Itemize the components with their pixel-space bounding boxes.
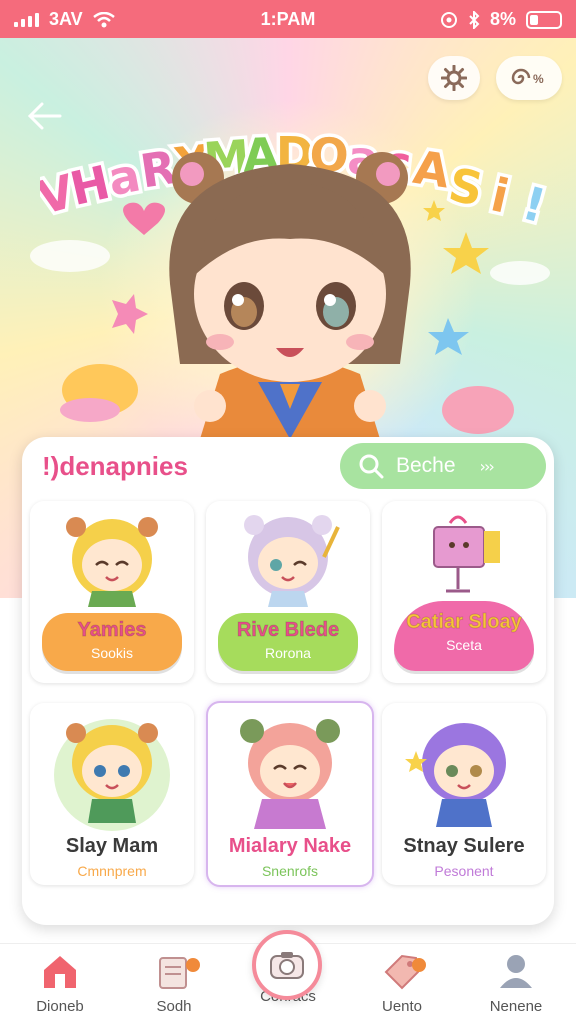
character-subtitle: Snenrofs <box>261 863 319 879</box>
nav-item-profile[interactable]: Nenene <box>466 952 566 1015</box>
location-icon <box>440 11 457 28</box>
nav-label: Dioneb <box>36 998 84 1015</box>
character-card-label: Rive Blede Rorona <box>218 613 358 671</box>
nav-label: Sodh <box>156 998 192 1015</box>
home-icon <box>44 956 76 988</box>
character-card-label: Yamies Sookis <box>42 613 182 671</box>
battery-icon <box>526 10 562 29</box>
character-name: Slay Mam <box>65 835 159 857</box>
character-avatar-image <box>54 719 170 831</box>
battery-percent: 8% <box>489 9 516 29</box>
character-subtitle: Cmnnprem <box>77 863 147 879</box>
character-subtitle: Rorona <box>265 645 311 661</box>
status-bar: 3AV 1:PAM 8% <box>0 0 576 38</box>
panel-title: !)denapnies <box>42 451 188 481</box>
character-card-stnay-sulere[interactable]: Stnay Sulere Pesonent <box>382 703 546 885</box>
character-avatar-image <box>244 515 340 607</box>
nav-label: Uento <box>381 998 423 1015</box>
character-avatar-image <box>240 719 340 829</box>
character-name: Yamies <box>77 619 147 642</box>
star-icon <box>443 232 489 274</box>
camera-icon <box>270 952 304 979</box>
document-icon <box>159 957 187 989</box>
nav-item-home[interactable]: Dioneb <box>10 952 110 1015</box>
camera-button[interactable] <box>252 930 322 1000</box>
character-subtitle: Pesonent <box>434 863 494 879</box>
notification-badge <box>186 958 200 972</box>
forward-arrows-icon: ››› <box>479 456 495 476</box>
user-icon <box>500 955 532 988</box>
character-card-yamies[interactable]: Yamies Sookis <box>30 501 194 683</box>
character-name: Catiar Sloay <box>406 611 523 634</box>
character-card-rive-blede[interactable]: Rive Blede Rorona <box>206 501 370 683</box>
content-panel: !)denapnies Beche ››› Yamies Sookis Rive… <box>22 437 554 925</box>
search-button[interactable]: Beche ››› <box>340 443 546 489</box>
character-avatar-image <box>66 517 158 607</box>
nav-label: Nenene <box>489 998 543 1015</box>
character-subtitle: Sookis <box>90 645 134 661</box>
bluetooth-icon <box>469 10 480 29</box>
search-label: Beche <box>396 454 456 477</box>
nav-item-events[interactable]: Uento <box>352 952 452 1015</box>
nav-item-search[interactable]: Sodh <box>124 952 224 1015</box>
search-icon <box>359 454 384 479</box>
notification-badge <box>412 958 426 972</box>
character-name: Rive Blede <box>236 619 340 642</box>
character-card-label: Catiar Sloay Sceta <box>394 601 534 671</box>
character-subtitle: Sceta <box>446 637 482 653</box>
character-name: Stnay Sulere <box>403 835 525 857</box>
character-card-mialary-nake[interactable]: Mialary Nake Snenrofs <box>206 701 374 887</box>
character-name: Mialary Nake <box>228 835 352 857</box>
character-card-catiar-sloay[interactable]: Catiar Sloay Sceta <box>382 501 546 683</box>
app-page: 3AV 1:PAM 8% % V H a R M A D O a A S i !… <box>0 0 576 1024</box>
character-card-slay-mam[interactable]: Slay Mam Cmnnprem <box>30 703 194 885</box>
cloud-icon <box>442 386 514 434</box>
character-avatar-image <box>405 723 506 827</box>
mascot-character-image <box>169 152 411 439</box>
lamp-gift-image <box>433 515 500 593</box>
